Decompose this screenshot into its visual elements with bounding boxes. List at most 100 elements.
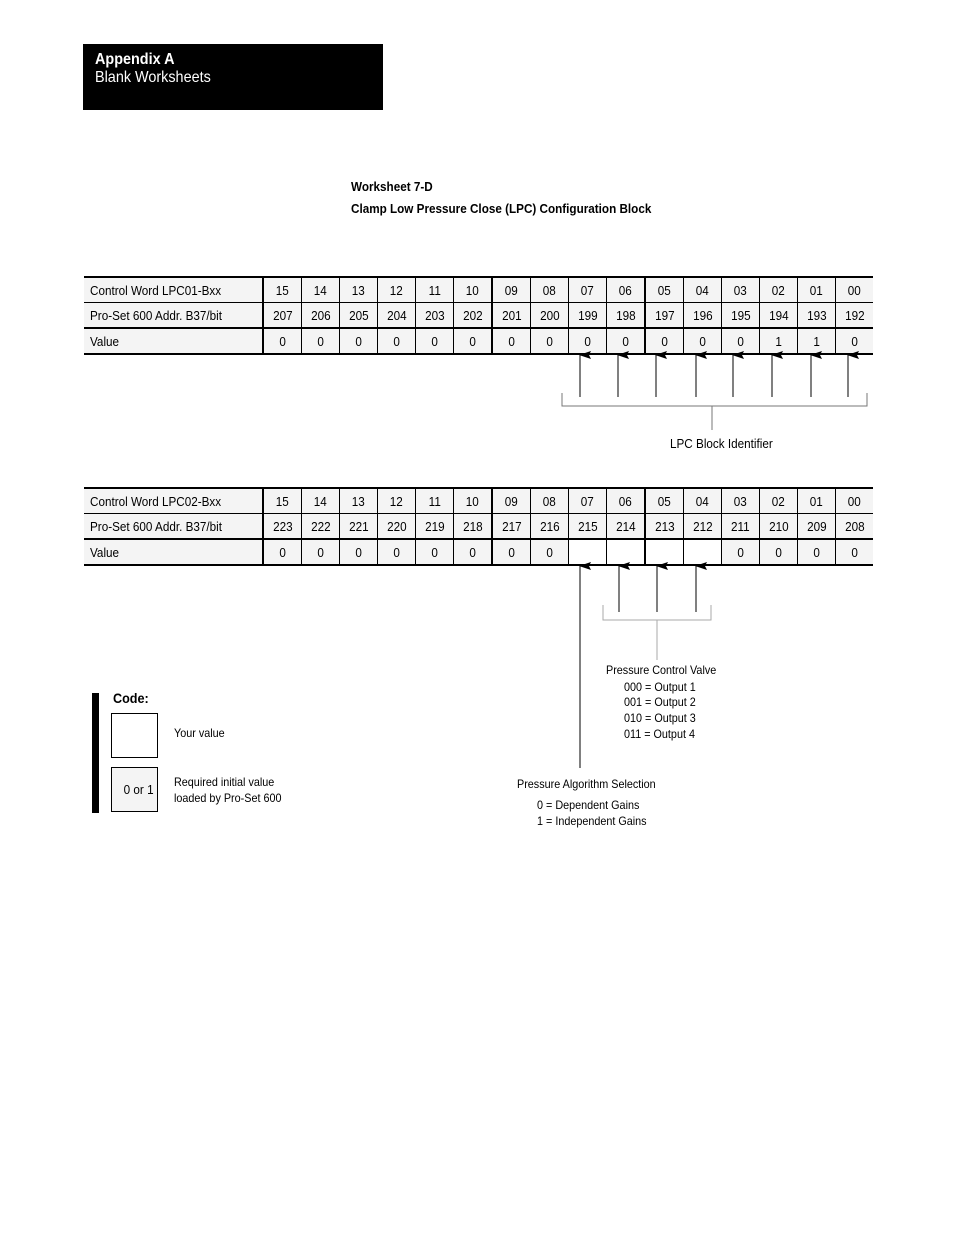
address-cell: 207 bbox=[262, 302, 302, 329]
value-cell: 0 bbox=[415, 327, 454, 355]
address-cell: 223 bbox=[262, 513, 302, 540]
address-cell: 197 bbox=[644, 302, 684, 329]
value-cell: 0 bbox=[683, 327, 722, 355]
value-cell: 0 bbox=[759, 538, 798, 566]
value-cell: 0 bbox=[491, 538, 531, 566]
bit-cell: 05 bbox=[644, 276, 684, 303]
value-row: Value 0 0 0 0 0 0 0 0 0 0 0 0 0 1 1 0 bbox=[84, 327, 873, 355]
bit-cell: 01 bbox=[797, 487, 836, 514]
address-cell: 192 bbox=[835, 302, 873, 329]
bit-number-row: Control Word LPC02-Bxx 15 14 13 12 11 10 09 08 07… bbox=[84, 487, 873, 514]
value-cell: 0 bbox=[453, 327, 492, 355]
pressure-valve-option: 011 = Output 4 bbox=[624, 727, 695, 741]
value-input-cell[interactable] bbox=[644, 538, 684, 566]
value-cell: 0 bbox=[339, 538, 378, 566]
value-cell: 0 bbox=[721, 538, 760, 566]
bit-cell: 03 bbox=[721, 276, 760, 303]
pressure-algorithm-option: 0 = Dependent Gains bbox=[537, 798, 640, 812]
legend-your-value-box bbox=[111, 713, 158, 758]
bit-cell: 13 bbox=[339, 487, 378, 514]
control-word-table-lpc02: Control Word LPC02-Bxx 15 14 13 12 11 10 09 08 07… bbox=[84, 487, 873, 566]
bit-cell: 12 bbox=[377, 487, 416, 514]
bit-cell: 05 bbox=[644, 487, 684, 514]
appendix-header: Appendix A Blank Worksheets bbox=[83, 44, 383, 110]
legend-your-value-label: Your value bbox=[174, 726, 225, 740]
annotation-arrows bbox=[561, 351, 868, 768]
bit-cell: 14 bbox=[301, 276, 340, 303]
bit-number-row: Control Word LPC01-Bxx 15 14 13 12 11 10 09 08 07… bbox=[84, 276, 873, 303]
address-cell: 212 bbox=[683, 513, 722, 540]
address-cell: 195 bbox=[721, 302, 760, 329]
value-input-cell[interactable] bbox=[568, 538, 607, 566]
value-cell: 1 bbox=[797, 327, 836, 355]
row-label: Pro-Set 600 Addr. B37/bit bbox=[84, 513, 263, 540]
value-row: Value 0 0 0 0 0 0 0 0 0 0 0 0 bbox=[84, 538, 873, 566]
address-cell: 196 bbox=[683, 302, 722, 329]
legend-required-value-label: Required initial value loaded by Pro-Set… bbox=[174, 775, 282, 805]
address-cell: 215 bbox=[568, 513, 607, 540]
address-cell: 209 bbox=[797, 513, 836, 540]
value-cell: 0 bbox=[301, 538, 340, 566]
bit-cell: 03 bbox=[721, 487, 760, 514]
bit-cell: 10 bbox=[453, 276, 492, 303]
value-cell: 0 bbox=[644, 327, 684, 355]
bit-cell: 11 bbox=[415, 487, 454, 514]
address-row: Pro-Set 600 Addr. B37/bit 223 222 221 220 219… bbox=[84, 513, 873, 540]
row-label: Value bbox=[84, 538, 263, 566]
address-cell: 201 bbox=[491, 302, 531, 329]
value-cell: 0 bbox=[721, 327, 760, 355]
bit-cell: 13 bbox=[339, 276, 378, 303]
address-row: Pro-Set 600 Addr. B37/bit 207 206 205 204 203… bbox=[84, 302, 873, 329]
address-cell: 214 bbox=[606, 513, 645, 540]
address-cell: 194 bbox=[759, 302, 798, 329]
address-cell: 204 bbox=[377, 302, 416, 329]
value-cell: 0 bbox=[606, 327, 645, 355]
address-cell: 220 bbox=[377, 513, 416, 540]
value-input-cell[interactable] bbox=[683, 538, 722, 566]
value-cell: 0 bbox=[530, 327, 569, 355]
lpc-identifier-arrows bbox=[579, 351, 859, 397]
bit-cell: 07 bbox=[568, 276, 607, 303]
address-cell: 193 bbox=[797, 302, 836, 329]
pressure-algorithm-title: Pressure Algorithm Selection bbox=[517, 777, 656, 791]
value-cell: 0 bbox=[301, 327, 340, 355]
address-cell: 213 bbox=[644, 513, 684, 540]
bit-cell: 08 bbox=[530, 487, 569, 514]
address-cell: 218 bbox=[453, 513, 492, 540]
value-cell: 0 bbox=[377, 327, 416, 355]
legend-bar bbox=[92, 693, 99, 813]
address-cell: 217 bbox=[491, 513, 531, 540]
pressure-valve-option: 000 = Output 1 bbox=[624, 680, 696, 694]
worksheet-title: Clamp Low Pressure Close (LPC) Configura… bbox=[351, 201, 652, 216]
value-cell: 0 bbox=[491, 327, 531, 355]
value-cell: 0 bbox=[453, 538, 492, 566]
row-label: Value bbox=[84, 327, 263, 355]
bit-cell: 15 bbox=[262, 276, 302, 303]
bit-cell: 06 bbox=[606, 276, 645, 303]
bit-cell: 02 bbox=[759, 276, 798, 303]
bit-cell: 09 bbox=[491, 487, 531, 514]
address-cell: 210 bbox=[759, 513, 798, 540]
value-cell: 0 bbox=[262, 327, 302, 355]
bit-cell: 00 bbox=[835, 276, 873, 303]
bit-cell: 04 bbox=[683, 276, 722, 303]
pressure-valve-option: 001 = Output 2 bbox=[624, 695, 696, 709]
bit-cell: 15 bbox=[262, 487, 302, 514]
appendix-subtitle: Blank Worksheets bbox=[95, 69, 211, 86]
value-input-cell[interactable] bbox=[606, 538, 645, 566]
value-cell: 0 bbox=[797, 538, 836, 566]
value-cell: 0 bbox=[835, 327, 873, 355]
address-cell: 222 bbox=[301, 513, 340, 540]
value-cell: 0 bbox=[262, 538, 302, 566]
address-cell: 200 bbox=[530, 302, 569, 329]
legend-title: Code: bbox=[113, 690, 149, 706]
address-cell: 203 bbox=[415, 302, 454, 329]
address-cell: 202 bbox=[453, 302, 492, 329]
value-cell: 0 bbox=[377, 538, 416, 566]
bit-cell: 06 bbox=[606, 487, 645, 514]
bit-cell: 07 bbox=[568, 487, 607, 514]
row-label: Pro-Set 600 Addr. B37/bit bbox=[84, 302, 263, 329]
address-cell: 208 bbox=[835, 513, 873, 540]
bit-cell: 08 bbox=[530, 276, 569, 303]
appendix-title: Appendix A bbox=[95, 51, 175, 68]
